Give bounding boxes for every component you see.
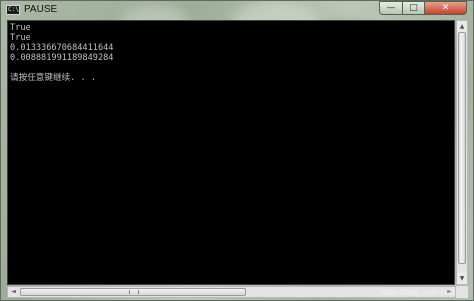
- console-line: True: [10, 33, 31, 43]
- caption-buttons: — □ ✕: [379, 1, 467, 15]
- console-line: 0.008881991189849284: [10, 53, 114, 63]
- scroll-down-icon[interactable]: ▼: [457, 273, 467, 284]
- vertical-scrollbar[interactable]: ▲ ▼: [456, 20, 468, 285]
- console-app-icon[interactable]: C:\: [6, 5, 20, 15]
- grip-icon: [129, 290, 139, 294]
- console-window: C:\ PAUSE — □ ✕ True True 0.013336670684…: [0, 0, 474, 301]
- scroll-up-icon[interactable]: ▲: [457, 21, 467, 32]
- horizontal-scroll-thumb[interactable]: [20, 288, 246, 296]
- window-title: PAUSE: [24, 4, 58, 15]
- scroll-left-icon[interactable]: ◄: [8, 287, 19, 297]
- vertical-scroll-thumb[interactable]: [458, 32, 466, 264]
- maximize-button[interactable]: □: [403, 1, 425, 15]
- console-output[interactable]: True True 0.013336670684411644 0.0088819…: [7, 20, 455, 285]
- pause-prompt: 请按任意键继续. . .: [10, 73, 97, 83]
- title-bar[interactable]: C:\ PAUSE — □ ✕: [1, 1, 473, 19]
- minimize-button[interactable]: —: [379, 1, 403, 15]
- close-button[interactable]: ✕: [425, 1, 467, 15]
- watermark-text: https://blog.csdn.net/...: [380, 288, 462, 297]
- console-line: True: [10, 23, 31, 33]
- console-line: 0.013336670684411644: [10, 43, 114, 53]
